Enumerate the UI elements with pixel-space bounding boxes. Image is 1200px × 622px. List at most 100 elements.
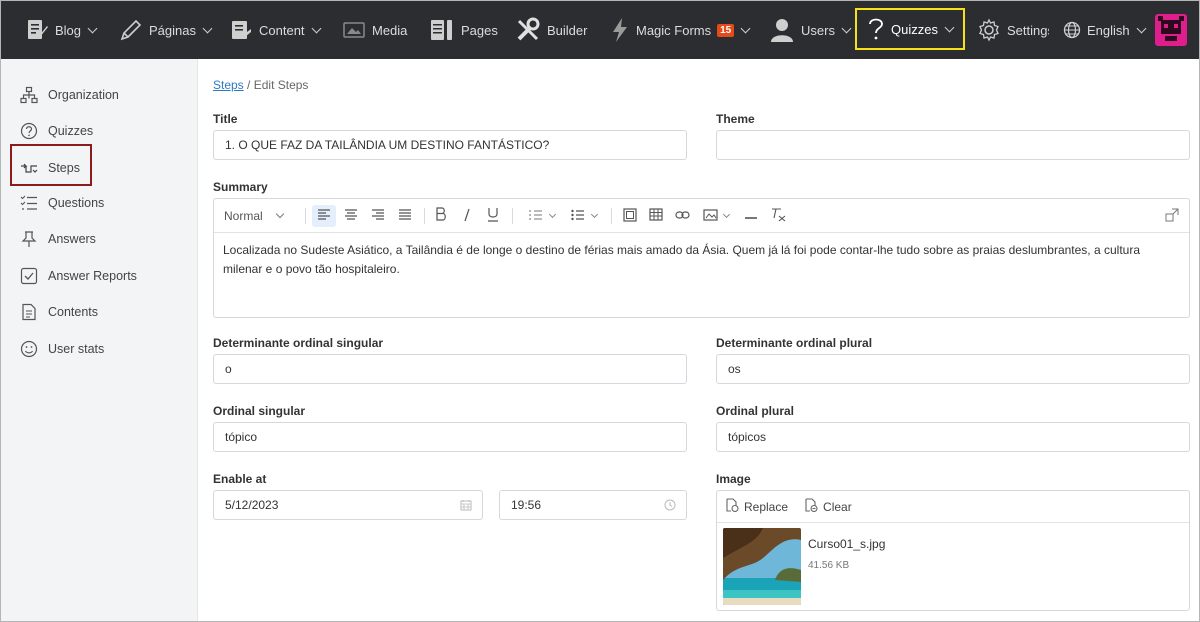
align-right-button[interactable]: [366, 205, 390, 227]
det-singular-input[interactable]: o: [213, 354, 687, 384]
sidebar-item-organization[interactable]: Organization: [20, 83, 119, 107]
chevron-down-icon: [944, 22, 955, 32]
summary-editor: Normal Localizada no Sudeste Asiático, a…: [213, 198, 1190, 318]
align-left-button[interactable]: [312, 205, 336, 227]
horizontal-rule-button[interactable]: [740, 205, 762, 227]
fullscreen-button[interactable]: [1161, 205, 1183, 227]
content-icon: [229, 18, 253, 42]
smile-icon: [20, 340, 38, 358]
nav-magic-forms-label: Magic Forms: [636, 22, 712, 38]
top-navigation-bar: Blog Páginas Content Media Pages Builder…: [1, 1, 1199, 59]
bold-button[interactable]: [430, 205, 452, 227]
ord-plural-label: Ordinal plural: [716, 404, 795, 418]
date-value: 5/12/2023: [225, 498, 279, 512]
image-label: Image: [716, 472, 751, 486]
nav-builder-label: Builder: [547, 22, 588, 38]
avatar[interactable]: [1155, 14, 1187, 46]
insert-media-button[interactable]: [619, 205, 641, 227]
theme-input[interactable]: [716, 130, 1190, 160]
breadcrumb-link-steps[interactable]: Steps: [213, 78, 244, 92]
insert-table-button[interactable]: [645, 205, 667, 227]
bullet-list-icon: [571, 209, 585, 224]
nav-media-label: Media: [372, 22, 408, 38]
nav-quizzes[interactable]: Quizzes: [855, 8, 965, 50]
align-center-icon: [344, 208, 358, 224]
det-plural-label: Determinante ordinal plural: [716, 336, 873, 350]
sidebar-item-user-stats[interactable]: User stats: [20, 337, 104, 361]
sidebar-item-label: Quizzes: [48, 124, 94, 138]
align-center-button[interactable]: [339, 205, 363, 227]
clear-formatting-button[interactable]: [767, 205, 789, 227]
media-library-icon: [623, 207, 637, 225]
chevron-down-icon: [740, 23, 751, 33]
breadcrumb: Steps / Edit Steps: [213, 78, 308, 92]
sidebar-item-contents[interactable]: Contents: [20, 300, 98, 324]
nav-blog-label: Blog: [55, 22, 82, 38]
nav-builder[interactable]: Builder: [515, 1, 587, 59]
horizontal-rule-icon: [744, 209, 758, 223]
sidebar-item-quizzes[interactable]: Quizzes: [20, 119, 93, 143]
title-input[interactable]: 1. O QUE FAZ DA TAILÂNDIA UM DESTINO FAN…: [213, 130, 687, 160]
nav-users[interactable]: Users: [769, 1, 852, 59]
pin-icon: [20, 230, 38, 248]
notification-badge: 15: [717, 23, 735, 37]
det-plural-input[interactable]: os: [716, 354, 1190, 384]
italic-button[interactable]: [456, 205, 478, 227]
nav-pages[interactable]: Pages: [429, 1, 498, 59]
image-uploader: Replace Clear Curso01_s.jpg 41.56 KB: [716, 490, 1190, 611]
toolbar-divider: [305, 208, 306, 224]
fullscreen-icon: [1165, 208, 1179, 225]
underline-button[interactable]: [482, 205, 504, 227]
nav-blog[interactable]: Blog: [25, 1, 98, 59]
align-justify-button[interactable]: [393, 205, 417, 227]
document-icon: [20, 303, 38, 321]
title-label: Title: [213, 112, 238, 126]
calendar-icon: [460, 499, 472, 511]
clear-icon: [804, 498, 818, 515]
sidebar-item-questions[interactable]: Questions: [20, 191, 104, 215]
pages-icon: [429, 18, 455, 42]
nav-media[interactable]: Media: [342, 1, 407, 59]
ord-singular-input[interactable]: tópico: [213, 422, 687, 452]
sidebar-item-answers[interactable]: Answers: [20, 227, 96, 251]
insert-image-button[interactable]: [701, 205, 731, 227]
replace-icon: [725, 498, 739, 515]
nav-users-label: Users: [801, 22, 835, 38]
nav-paginas-label: Páginas: [149, 22, 196, 38]
sidebar-item-answer-reports[interactable]: Answer Reports: [20, 264, 137, 288]
enable-at-label: Enable at: [213, 472, 267, 486]
replace-image-button[interactable]: Replace: [725, 498, 788, 515]
summary-text-area[interactable]: Localizada no Sudeste Asiático, a Tailân…: [214, 233, 1189, 287]
pencil-icon: [119, 18, 143, 42]
numbered-list-button[interactable]: [524, 205, 560, 227]
nav-settings-label: Settings: [1007, 22, 1049, 38]
nav-magic-forms[interactable]: Magic Forms 15: [610, 1, 751, 59]
nav-settings[interactable]: Settings: [977, 1, 1049, 59]
nav-paginas[interactable]: Páginas: [119, 1, 213, 59]
sidebar-item-label: Answer Reports: [48, 269, 137, 283]
organization-icon: [20, 86, 38, 104]
clear-label: Clear: [823, 499, 852, 514]
nav-content[interactable]: Content: [229, 1, 321, 59]
chevron-down-icon: [87, 23, 98, 33]
bullet-list-button[interactable]: [566, 205, 602, 227]
replace-label: Replace: [744, 499, 789, 514]
clear-image-button[interactable]: Clear: [804, 498, 852, 515]
enable-date-input[interactable]: 5/12/2023: [213, 490, 483, 520]
chevron-down-icon: [548, 210, 557, 218]
main-content: Steps / Edit Steps Title 1. O QUE FAZ DA…: [198, 59, 1199, 621]
blog-icon: [25, 18, 49, 42]
sidebar-item-label: Questions: [48, 196, 105, 210]
language-selector[interactable]: English: [1063, 1, 1147, 59]
paragraph-format-select[interactable]: Normal: [224, 205, 296, 227]
clock-icon: [664, 499, 676, 511]
italic-icon: [461, 208, 473, 225]
ord-singular-label: Ordinal singular: [213, 404, 306, 418]
insert-link-button[interactable]: [671, 205, 693, 227]
ord-plural-input[interactable]: tópicos: [716, 422, 1190, 452]
media-icon: [342, 18, 366, 42]
nav-quizzes-label: Quizzes: [891, 21, 938, 37]
enable-time-input[interactable]: 19:56: [499, 490, 687, 520]
image-thumbnail[interactable]: [723, 528, 801, 605]
breadcrumb-separator: /: [247, 78, 251, 92]
